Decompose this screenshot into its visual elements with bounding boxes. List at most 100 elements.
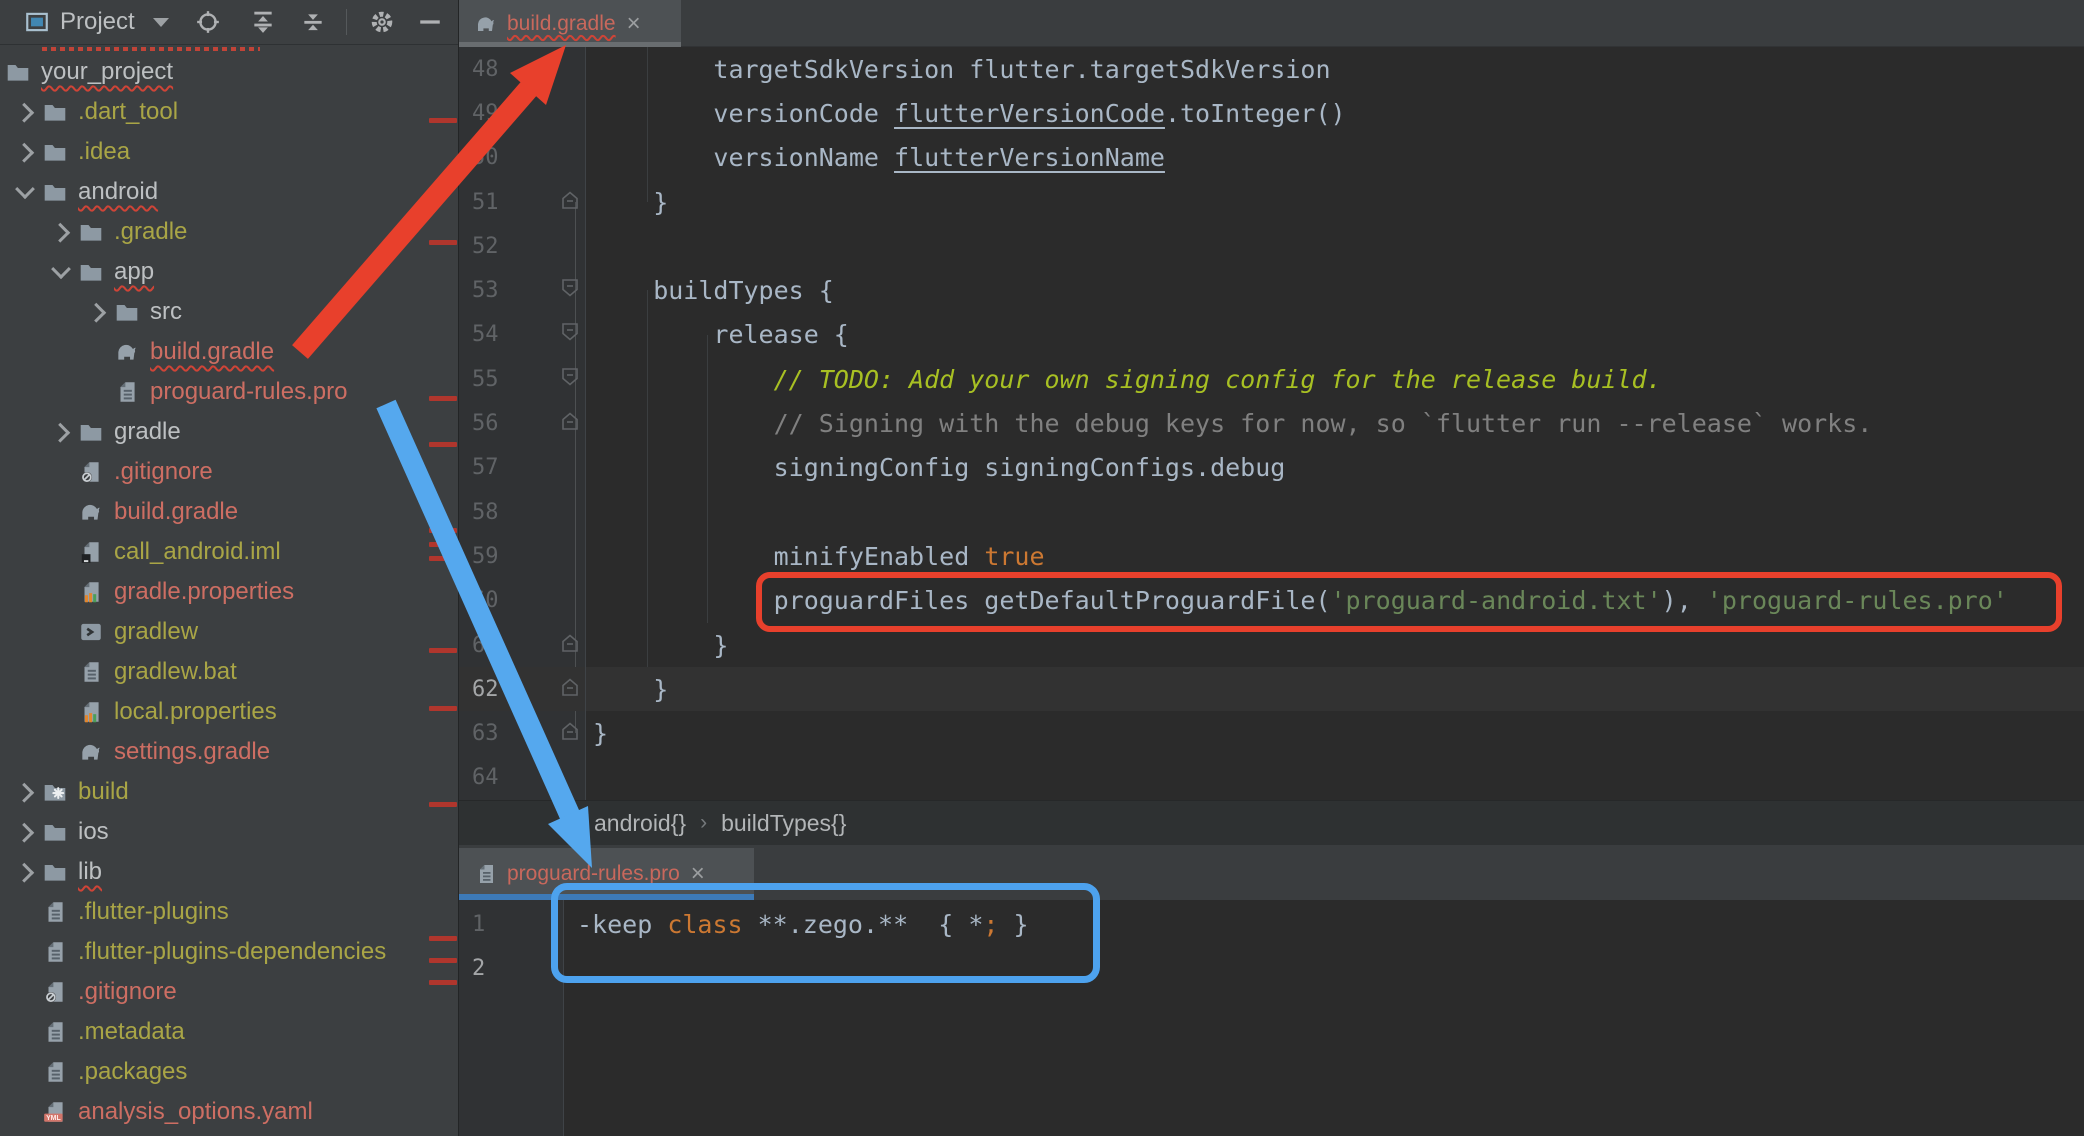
tree-item-build[interactable]: build — [0, 772, 458, 812]
yaml-file-icon: YML — [42, 1099, 68, 1125]
code-line-48: 48targetSdkVersion flutter.targetSdkVers… — [459, 47, 2084, 91]
tree-item-lib[interactable]: lib — [0, 852, 458, 892]
tree-item-label: .idea — [78, 138, 130, 166]
project-view-selector[interactable]: Project — [60, 8, 135, 36]
error-stripe-mark[interactable] — [429, 980, 457, 985]
chevron-right-icon[interactable] — [14, 783, 34, 803]
line-number: 54 — [459, 322, 516, 347]
tree-item--gitignore[interactable]: .gitignore — [0, 452, 458, 492]
fold-marker-down-icon[interactable] — [559, 366, 581, 393]
error-stripe-mark[interactable] — [429, 556, 457, 561]
fold-marker-up-icon[interactable] — [559, 410, 581, 437]
breadcrumb-item-buildTypes[interactable]: buildTypes{} — [721, 810, 846, 837]
tree-item-label: settings.gradle — [114, 738, 270, 766]
tree-item-gradlew-bat[interactable]: gradlew.bat — [0, 652, 458, 692]
tree-item-proguard-rules-pro[interactable]: proguard-rules.pro — [0, 372, 458, 412]
code-text: versionCode flutterVersionCode.toInteger… — [585, 99, 1346, 128]
tree-item-android[interactable]: android — [0, 172, 458, 212]
fold-marker-up-icon[interactable] — [559, 632, 581, 659]
file-icon — [42, 939, 68, 965]
tree-item-label: .gitignore — [78, 978, 177, 1006]
fold-marker-up-icon[interactable] — [559, 676, 581, 703]
line-number: 49 — [459, 101, 516, 126]
chevron-right-icon[interactable] — [50, 223, 70, 243]
tree-item-src[interactable]: src — [0, 292, 458, 332]
hide-panel-icon[interactable] — [417, 9, 443, 35]
project-tool-window-icon[interactable] — [24, 9, 50, 35]
folder-icon — [42, 139, 68, 165]
error-stripe-mark[interactable] — [429, 396, 457, 401]
chevron-down-icon[interactable] — [15, 179, 35, 199]
gitignore-file-icon — [42, 979, 68, 1005]
error-stripe-mark[interactable] — [429, 528, 457, 533]
tree-item-label: gradle — [114, 418, 181, 446]
tree-item--flutter-plugins-dependencies[interactable]: .flutter-plugins-dependencies — [0, 932, 458, 972]
error-stripe-mark[interactable] — [429, 958, 457, 963]
error-stripe-mark[interactable] — [429, 442, 457, 447]
collapse-all-icon[interactable] — [300, 9, 326, 35]
chevron-right-icon[interactable] — [50, 423, 70, 443]
tree-item-label: build.gradle — [114, 498, 238, 526]
code-text: } — [585, 675, 668, 704]
tree-item--flutter-plugins[interactable]: .flutter-plugins — [0, 892, 458, 932]
error-stripe-mark[interactable] — [429, 118, 457, 123]
tree-item-build-gradle[interactable]: build.gradle — [0, 492, 458, 532]
tree-item--gradle[interactable]: .gradle — [0, 212, 458, 252]
tree-item-label: gradlew — [114, 618, 198, 646]
code-line-49: 49 versionCode flutterVersionCode.toInteg… — [459, 91, 2084, 135]
locate-icon[interactable] — [195, 9, 221, 35]
chevron-down-icon[interactable] — [51, 259, 71, 279]
fold-marker-down-icon[interactable] — [559, 277, 581, 304]
settings-gear-icon[interactable] — [369, 9, 395, 35]
build-gradle-editor[interactable]: 48targetSdkVersion flutter.targetSdkVers… — [459, 47, 2084, 800]
fold-marker-down-icon[interactable] — [559, 321, 581, 348]
code-text: versionName flutterVersionName — [585, 143, 1165, 172]
gradle-elephant-icon — [474, 12, 498, 36]
gradle-elephant-icon — [78, 739, 104, 765]
tree-item--gitignore[interactable]: .gitignore — [0, 972, 458, 1012]
tree-item-call-android-iml[interactable]: call_android.iml — [0, 532, 458, 572]
chevron-right-icon[interactable] — [14, 823, 34, 843]
close-icon[interactable]: × — [627, 12, 641, 36]
tree-item-local-properties[interactable]: local.properties — [0, 692, 458, 732]
line-number: 50 — [459, 145, 516, 170]
fold-marker-up-icon[interactable] — [559, 189, 581, 216]
breadcrumb-item-android[interactable]: android{} — [594, 810, 686, 837]
tree-item-gradle-properties[interactable]: gradle.properties — [0, 572, 458, 612]
tree-item-gradle[interactable]: gradle — [0, 412, 458, 452]
tree-item-label: ios — [78, 818, 109, 846]
chevron-right-icon[interactable] — [14, 863, 34, 883]
error-stripe-mark[interactable] — [429, 542, 457, 547]
gutter-border — [585, 47, 586, 800]
line-number: 58 — [459, 500, 516, 525]
code-line-55: 55// TODO: Add your own signing config f… — [459, 357, 2084, 401]
tree-item--metadata[interactable]: .metadata — [0, 1012, 458, 1052]
tree-item--dart-tool[interactable]: .dart_tool — [0, 92, 458, 132]
tree-item-ios[interactable]: ios — [0, 812, 458, 852]
chevron-right-icon[interactable] — [14, 143, 34, 163]
expand-all-icon[interactable] — [250, 9, 276, 35]
chevron-right-icon[interactable] — [86, 303, 106, 323]
error-stripe-mark[interactable] — [429, 706, 457, 711]
error-stripe-mark[interactable] — [429, 936, 457, 941]
tree-item--packages[interactable]: .packages — [0, 1052, 458, 1092]
tree-item-app[interactable]: app — [0, 252, 458, 292]
tree-item-gradlew[interactable]: gradlew — [0, 612, 458, 652]
chevron-down-icon[interactable] — [153, 18, 169, 27]
error-stripe-mark[interactable] — [429, 240, 457, 245]
line-number: 1 — [459, 912, 516, 937]
error-stripe-mark[interactable] — [429, 802, 457, 807]
file-icon — [78, 659, 104, 685]
tree-item-build-gradle[interactable]: build.gradle — [0, 332, 458, 372]
tree-item-label: src — [150, 298, 182, 326]
chevron-right-icon[interactable] — [14, 103, 34, 123]
line-number: 63 — [459, 721, 516, 746]
fold-marker-up-icon[interactable] — [559, 720, 581, 747]
code-text: // Signing with the debug keys for now, … — [585, 409, 1872, 438]
tree-item-analysis-options-yaml[interactable]: YMLanalysis_options.yaml — [0, 1092, 458, 1132]
tree-item-settings-gradle[interactable]: settings.gradle — [0, 732, 458, 772]
error-stripe-mark[interactable] — [429, 648, 457, 653]
tab-build-gradle[interactable]: build.gradle × — [459, 0, 681, 47]
tree-item-your-project[interactable]: your_project — [0, 52, 458, 92]
tree-item--idea[interactable]: .idea — [0, 132, 458, 172]
